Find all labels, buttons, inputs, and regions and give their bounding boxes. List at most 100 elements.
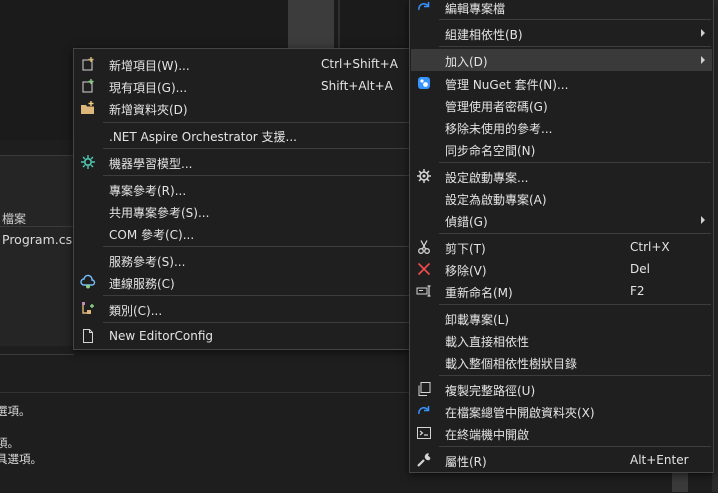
menu-item-open-in-terminal[interactable]: 在終端機中開啟	[411, 422, 712, 444]
menu-item-load-dependency-tree[interactable]: 載入整個相依性樹狀目錄	[411, 351, 712, 373]
solution-divider	[0, 226, 74, 227]
menu-item-label: 設定為啟動專案(A)	[445, 193, 547, 207]
menu-separator	[103, 246, 409, 247]
menu-item-label: 專案參考(R)...	[109, 184, 187, 198]
bottom-scrollbar-thumb[interactable]	[672, 470, 688, 492]
menu-item-configure-startup-projects[interactable]: 設定啟動專案...	[411, 165, 712, 187]
editor-divider	[338, 0, 340, 50]
menu-item-debug[interactable]: 偵錯(G)	[411, 209, 712, 231]
menu-item-copy-full-path[interactable]: 複製完整路徑(U)	[411, 378, 712, 400]
menu-item-label: 服務參考(S)...	[109, 255, 186, 269]
menu-item-connected-service[interactable]: 連線服務(C)	[75, 271, 410, 293]
menu-item-label: 複製完整路徑(U)	[445, 384, 536, 398]
new-item-icon	[80, 56, 96, 72]
menu-item-service-reference[interactable]: 服務參考(S)...	[75, 249, 410, 271]
menu-item-label: 現有項目(G)...	[109, 81, 188, 95]
solution-file-item[interactable]: Program.cs	[2, 232, 72, 247]
menu-item-shortcut: Ctrl+X	[630, 240, 670, 254]
menu-item-label: COM 參考(C)...	[109, 228, 195, 242]
menu-item-sync-namespaces[interactable]: 同步命名空間(N)	[411, 138, 712, 160]
menu-item-label: 在檔案總管中開啟資料夾(X)	[445, 406, 595, 420]
panel-divider	[0, 354, 74, 355]
solution-explorer-panel: 檔案 Program.cs	[0, 155, 74, 346]
menu-separator	[103, 322, 409, 323]
menu-item-com-reference[interactable]: COM 參考(C)...	[75, 222, 410, 244]
menu-item-shared-project-reference[interactable]: 共用專案參考(S)...	[75, 200, 410, 222]
menu-item-machine-learning[interactable]: 機器學習模型...	[75, 151, 410, 173]
menu-item-build-dependencies[interactable]: 組建相依性(B)	[411, 22, 712, 44]
open-folder-arrow-icon	[416, 403, 432, 419]
menu-item-rename[interactable]: 重新命名(M) F2	[411, 280, 712, 302]
remove-x-icon	[416, 261, 432, 277]
menu-item-class[interactable]: 類別(C)...	[75, 298, 410, 320]
output-line: 選項。	[0, 404, 31, 418]
menu-separator	[103, 295, 409, 296]
menu-item-shortcut: Del	[630, 262, 650, 276]
menu-item-label: 移除(V)	[445, 264, 487, 278]
menu-separator	[439, 446, 711, 447]
menu-item-label: 共用專案參考(S)...	[109, 206, 210, 220]
menu-item-aspire-orchestrator[interactable]: .NET Aspire Orchestrator 支援...	[75, 124, 410, 146]
menu-item-remove[interactable]: 移除(V) Del	[411, 258, 712, 280]
menu-item-label: 重新命名(M)	[445, 286, 513, 300]
menu-item-load-direct-dependencies[interactable]: 載入直接相依性	[411, 329, 712, 351]
menu-item-edit-project-file[interactable]: 編輯專案檔	[411, 0, 712, 18]
menu-item-label: 管理使用者密碼(G)	[445, 100, 548, 114]
menu-item-cut[interactable]: 剪下(T) Ctrl+X	[411, 236, 712, 258]
editor-scrollbar-thumb[interactable]	[288, 0, 334, 50]
menu-item-new-item[interactable]: 新增項目(W)... Ctrl+Shift+A	[75, 53, 410, 75]
submenu-arrow-icon	[701, 216, 705, 224]
menu-separator	[439, 304, 711, 305]
existing-item-icon	[80, 78, 96, 94]
output-panel: 選項。 。 項。 具選項。	[0, 392, 410, 493]
menu-item-label: 類別(C)...	[109, 304, 163, 318]
menu-item-shortcut: F2	[630, 284, 645, 298]
gear-icon	[416, 168, 432, 184]
class-icon	[80, 301, 96, 317]
menu-separator	[103, 148, 409, 149]
machine-learning-icon	[80, 154, 96, 170]
menu-item-label: 加入(D)	[445, 55, 488, 69]
solution-header: 檔案	[2, 212, 27, 226]
rename-icon	[416, 283, 432, 299]
output-line: 。	[0, 419, 8, 435]
submenu-arrow-icon	[701, 56, 705, 64]
menu-item-label: 連線服務(C)	[109, 277, 175, 291]
menu-item-remove-unused-references[interactable]: 移除未使用的參考...	[411, 116, 712, 138]
menu-item-add[interactable]: 加入(D)	[411, 49, 712, 71]
menu-item-new-editorconfig[interactable]: New EditorConfig	[75, 325, 410, 347]
menu-item-unload-project[interactable]: 卸載專案(L)	[411, 307, 712, 329]
menu-item-set-startup-project[interactable]: 設定為啟動專案(A)	[411, 187, 712, 209]
menu-separator	[103, 122, 409, 123]
copy-icon	[416, 381, 432, 397]
menu-separator	[439, 375, 711, 376]
menu-item-label: 載入直接相依性	[445, 335, 530, 349]
refresh-arrow-icon	[416, 0, 432, 15]
editorconfig-file-icon	[80, 328, 96, 344]
nuget-icon	[416, 75, 432, 91]
menu-item-label: 同步命名空間(N)	[445, 144, 536, 158]
menu-item-new-folder[interactable]: 新增資料夾(D)	[75, 97, 410, 119]
menu-item-label: 卸載專案(L)	[445, 313, 510, 327]
menu-item-properties[interactable]: 屬性(R) Alt+Enter	[411, 449, 712, 471]
connected-service-icon	[80, 274, 96, 290]
menu-item-project-reference[interactable]: 專案參考(R)...	[75, 178, 410, 200]
menu-item-label: 新增資料夾(D)	[109, 103, 188, 117]
menu-separator	[439, 233, 711, 234]
menu-item-label: 載入整個相依性樹狀目錄	[445, 357, 578, 371]
menu-item-manage-nuget[interactable]: 管理 NuGet 套件(N)...	[411, 72, 712, 94]
menu-item-label: 新增項目(W)...	[109, 59, 190, 73]
menu-separator	[103, 175, 409, 176]
menu-item-existing-item[interactable]: 現有項目(G)... Shift+Alt+A	[75, 75, 410, 97]
terminal-icon	[416, 425, 432, 441]
menu-item-label: 編輯專案檔	[445, 2, 506, 16]
menu-item-manage-user-secrets[interactable]: 管理使用者密碼(G)	[411, 94, 712, 116]
menu-separator	[439, 19, 711, 20]
submenu-arrow-icon	[701, 29, 705, 37]
menu-item-label: .NET Aspire Orchestrator 支援...	[109, 130, 297, 144]
menu-separator	[439, 46, 711, 47]
add-submenu: 新增項目(W)... Ctrl+Shift+A 現有項目(G)... Shift…	[73, 48, 412, 350]
menu-item-label: 機器學習模型...	[109, 157, 193, 171]
menu-item-label: 移除未使用的參考...	[445, 122, 553, 136]
menu-item-open-folder-in-explorer[interactable]: 在檔案總管中開啟資料夾(X)	[411, 400, 712, 422]
